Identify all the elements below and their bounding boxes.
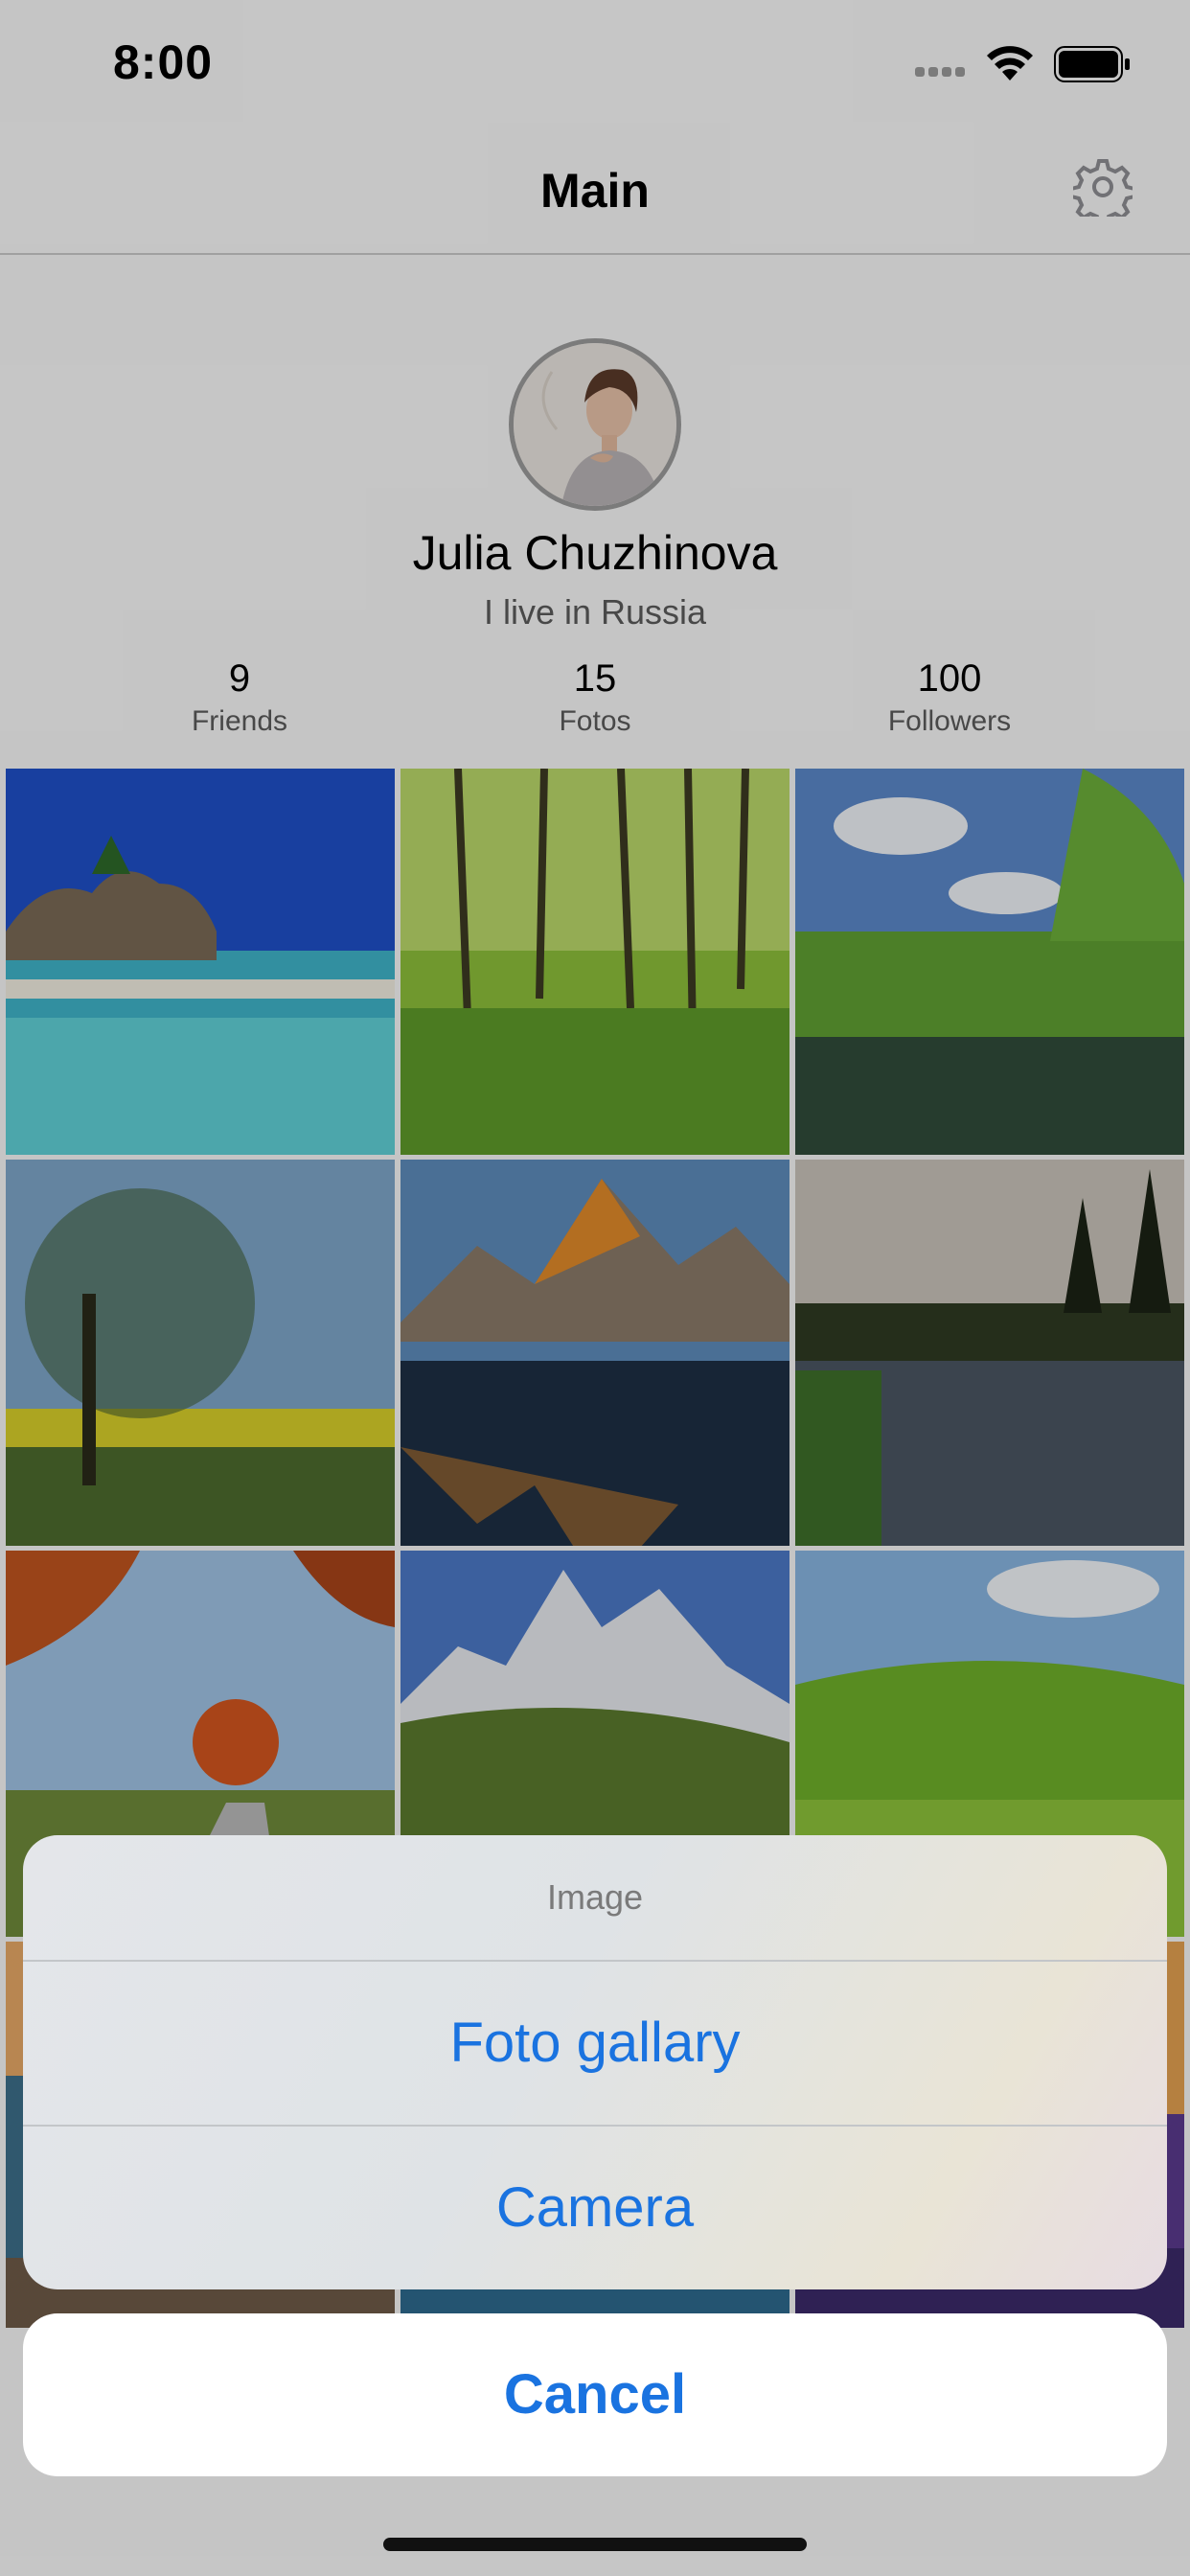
home-indicator[interactable] xyxy=(383,2538,807,2551)
cancel-button[interactable]: Cancel xyxy=(23,2313,1167,2476)
main-screen: 8:00 Main Julia Chuzhinova I live in Rus… xyxy=(0,0,1190,2576)
camera-button[interactable]: Camera xyxy=(23,2127,1167,2289)
foto-gallery-button[interactable]: Foto gallary xyxy=(23,1962,1167,2125)
action-sheet: Image Foto gallary Camera xyxy=(23,1835,1167,2289)
action-sheet-title: Image xyxy=(546,1877,644,1917)
